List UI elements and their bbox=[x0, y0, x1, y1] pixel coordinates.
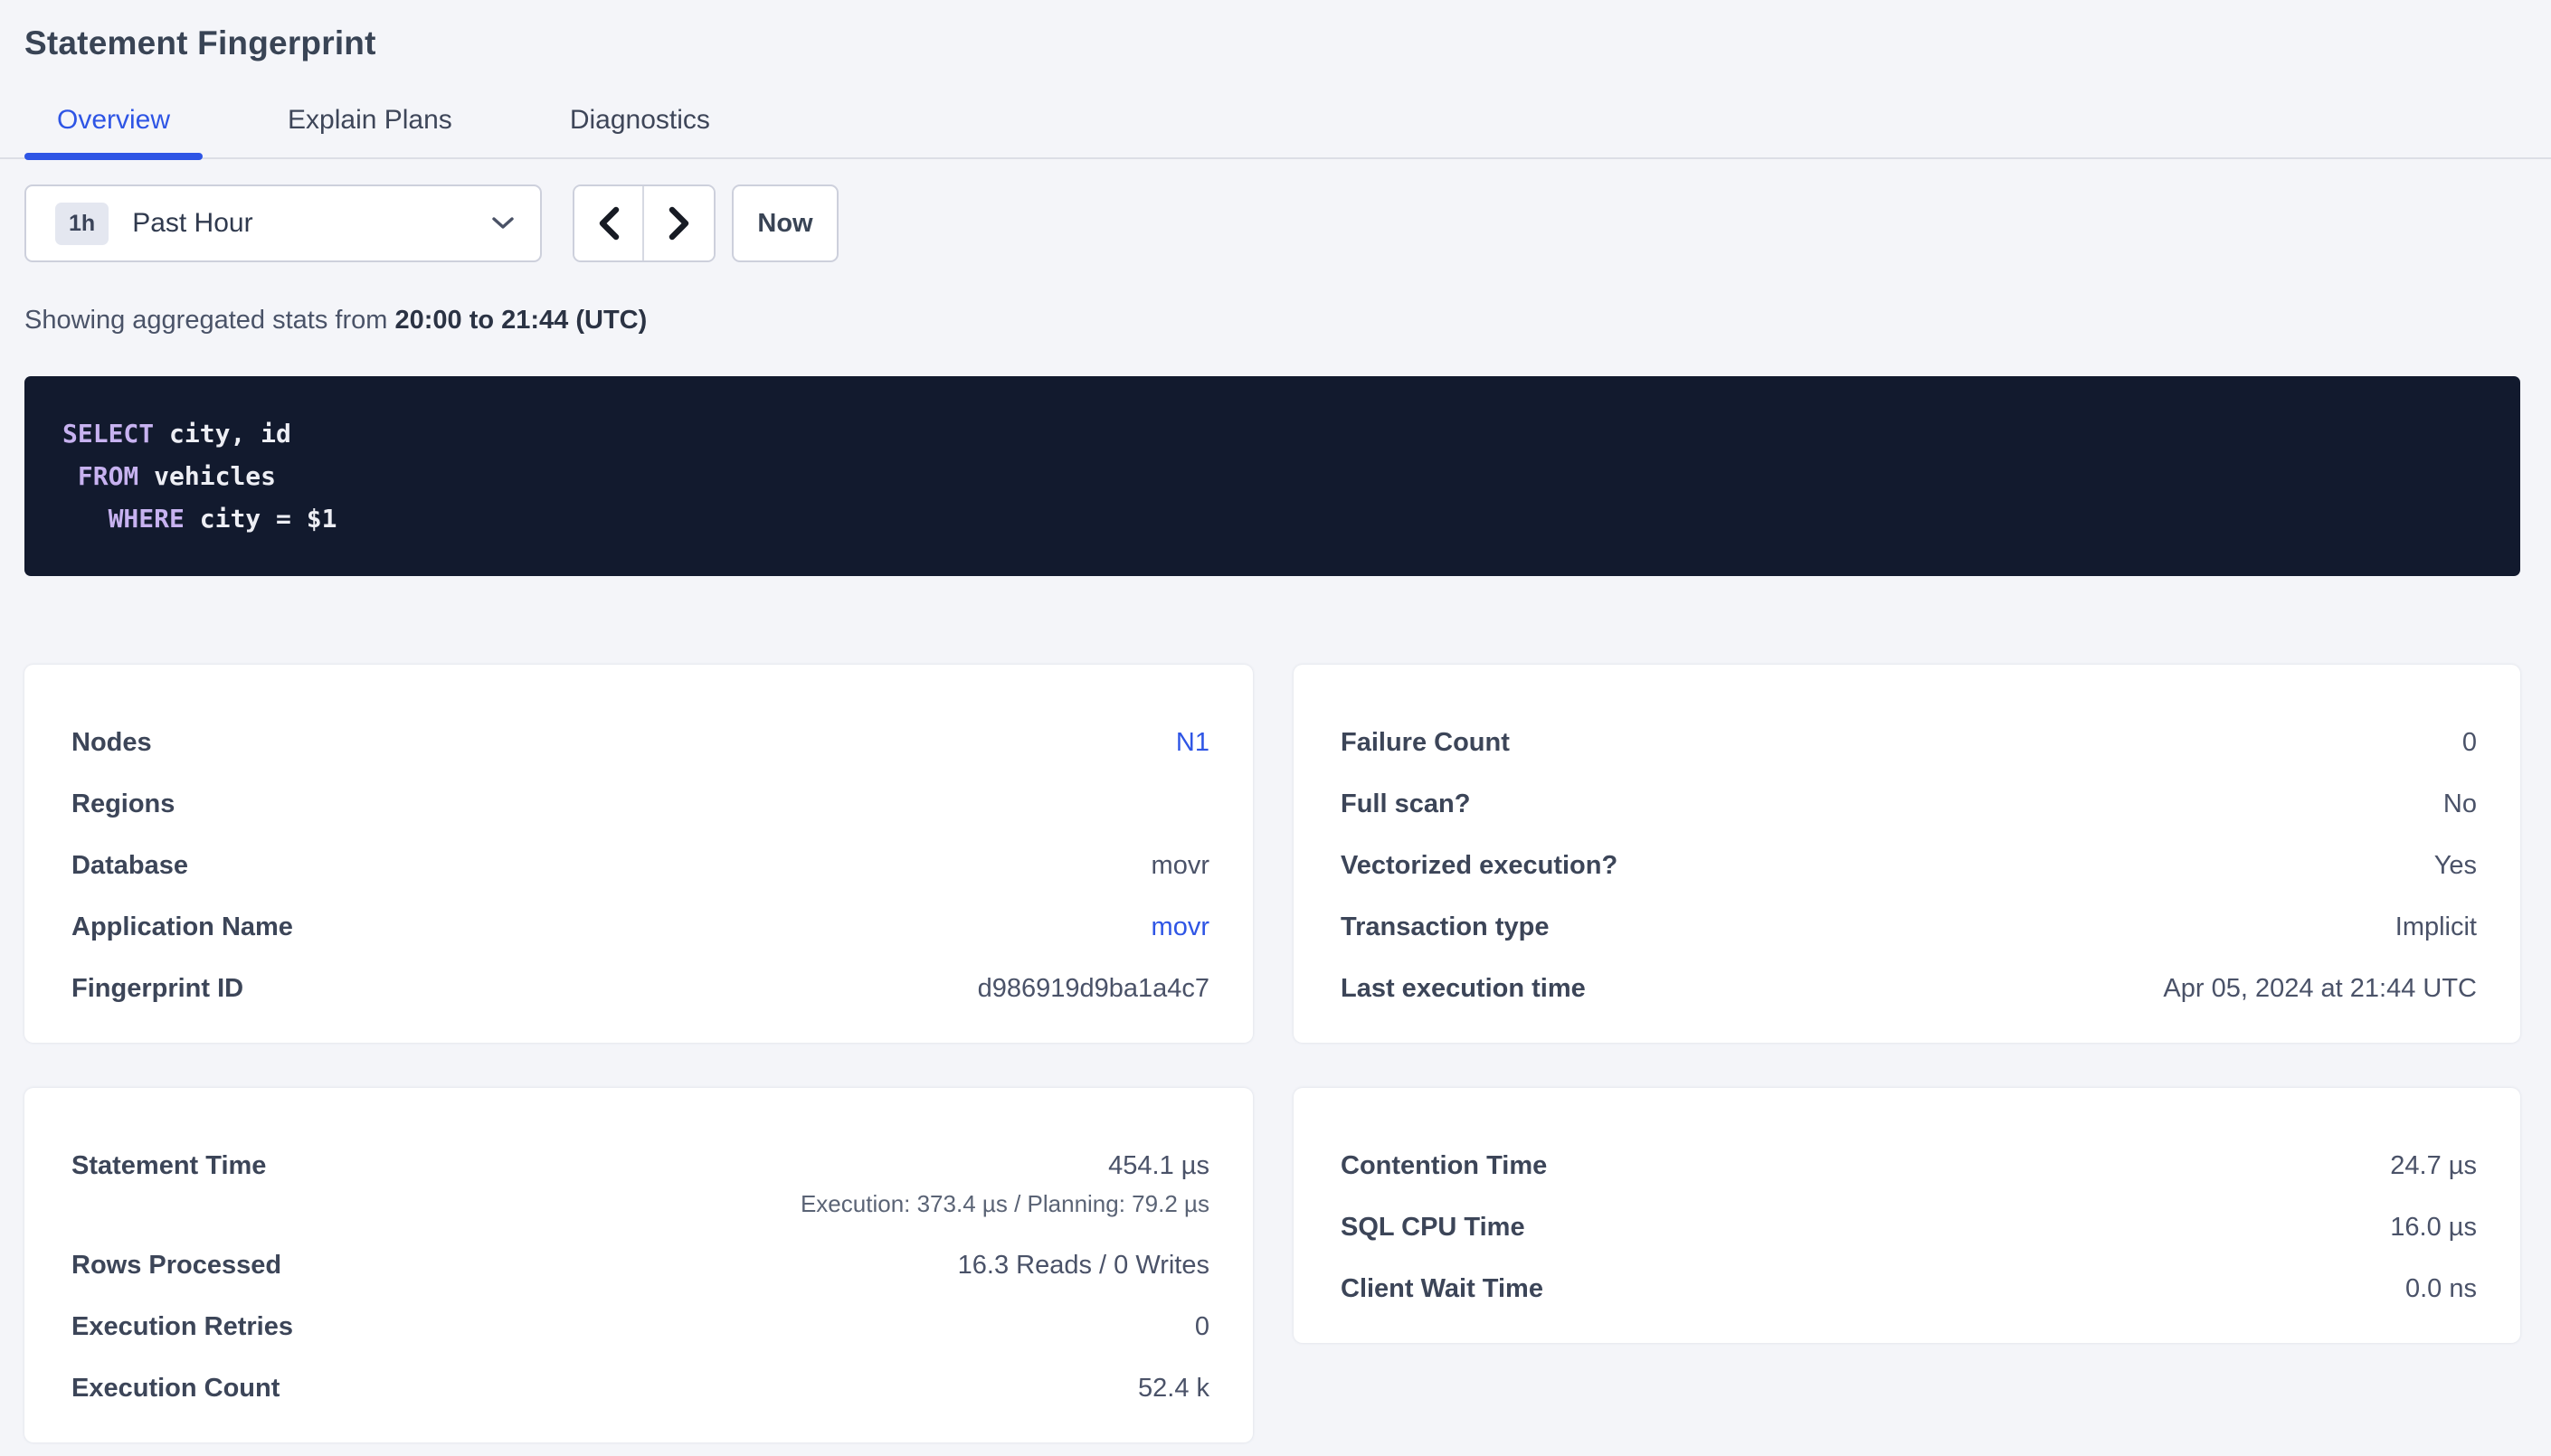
row-value: 0.0 ns bbox=[2405, 1274, 2477, 1303]
row-label: Execution Retries bbox=[71, 1312, 293, 1341]
card-row: Fingerprint ID d986919d9ba1a4c7 bbox=[71, 974, 1209, 1003]
row-value: No bbox=[2443, 789, 2477, 818]
row-value: 0 bbox=[2462, 728, 2477, 757]
row-value: Implicit bbox=[2395, 912, 2477, 941]
row-value-link[interactable]: N1 bbox=[1176, 728, 1209, 757]
sql-line: FROM vehicles bbox=[62, 455, 2482, 497]
row-label: Transaction type bbox=[1341, 912, 1549, 941]
card-row: Database movr bbox=[71, 851, 1209, 880]
row-label: Last execution time bbox=[1341, 974, 1586, 1003]
time-range-badge: 1h bbox=[55, 203, 109, 245]
sql-line: WHERE city = $1 bbox=[62, 497, 2482, 540]
tab-overview[interactable]: Overview bbox=[24, 105, 203, 157]
stats-cards-grid: NodesN1RegionsDatabasemovrApplication Na… bbox=[24, 665, 2520, 1442]
row-label: Statement Time bbox=[71, 1151, 266, 1180]
card-row: Nodes N1 bbox=[71, 728, 1209, 757]
row-label: Full scan? bbox=[1341, 789, 1470, 818]
card-row: Vectorized execution? Yes bbox=[1341, 851, 2477, 880]
page-title: Statement Fingerprint bbox=[24, 24, 2520, 63]
card-row: Execution Retries 0 bbox=[71, 1312, 1209, 1341]
statement-fingerprint-page: Statement Fingerprint Overview Explain Pl… bbox=[0, 0, 2551, 1442]
card-row: Application Name movr bbox=[71, 912, 1209, 941]
card-row: Rows Processed 16.3 Reads / 0 Writes bbox=[71, 1251, 1209, 1280]
row-value: 16.3 Reads / 0 Writes bbox=[958, 1251, 1209, 1280]
time-range-pager bbox=[573, 184, 716, 262]
time-range-label: Past Hour bbox=[132, 208, 252, 239]
card-row: Failure Count 0 bbox=[1341, 728, 2477, 757]
row-value: 52.4 k bbox=[1138, 1374, 1209, 1403]
row-value: 16.0 µs bbox=[2390, 1213, 2477, 1242]
row-value-link[interactable]: movr bbox=[1152, 912, 1209, 941]
statement-details-card: NodesN1RegionsDatabasemovrApplication Na… bbox=[24, 665, 1253, 1043]
row-label: Nodes bbox=[71, 728, 152, 757]
now-button[interactable]: Now bbox=[732, 184, 839, 262]
row-value: Yes bbox=[2434, 851, 2477, 880]
row-value: d986919d9ba1a4c7 bbox=[978, 974, 1209, 1003]
wait-timing-card: Contention Time 24.7 µs SQL CPU Time 16.0 µ… bbox=[1294, 1088, 2520, 1343]
sql-line: SELECT city, id bbox=[62, 412, 2482, 455]
card-row: Last execution time Apr 05, 2024 at 21:44… bbox=[1341, 974, 2477, 1003]
row-value: 24.7 µs bbox=[2390, 1151, 2477, 1180]
card-row: Execution Count 52.4 k bbox=[71, 1374, 1209, 1403]
card-row: Regions bbox=[71, 789, 1209, 818]
row-label: Contention Time bbox=[1341, 1151, 1547, 1180]
tab-bar: Overview Explain Plans Diagnostics bbox=[0, 105, 2551, 159]
card-row: Full scan? No bbox=[1341, 789, 2477, 818]
prev-range-button[interactable] bbox=[574, 186, 644, 260]
card-row: Contention Time 24.7 µs bbox=[1341, 1151, 2477, 1180]
row-value: Apr 05, 2024 at 21:44 UTC bbox=[2163, 974, 2477, 1003]
row-value: movr bbox=[1152, 851, 1209, 880]
statement-timing-card: Statement Time 454.1 µs Execution: 373.4 µ… bbox=[24, 1088, 1253, 1442]
sql-statement-box: SELECT city, id FROM vehicles WHERE city… bbox=[24, 376, 2520, 576]
row-value: 0 bbox=[1195, 1312, 1209, 1341]
aggregated-stats-text: Showing aggregated stats from 20:00 to 2… bbox=[24, 306, 2520, 336]
chevron-right-icon bbox=[668, 206, 691, 241]
next-range-button[interactable] bbox=[644, 186, 714, 260]
aggregated-stats-range: 20:00 to 21:44 (UTC) bbox=[394, 306, 647, 335]
row-subvalue: Execution: 373.4 µs / Planning: 79.2 µs bbox=[801, 1189, 1209, 1218]
chevron-down-icon bbox=[491, 216, 515, 231]
card-row: SQL CPU Time 16.0 µs bbox=[1341, 1213, 2477, 1242]
row-value: 454.1 µs bbox=[1108, 1151, 1209, 1180]
execution-attributes-card: Failure Count 0 Full scan? No Vectorized exe… bbox=[1294, 665, 2520, 1043]
row-label: Client Wait Time bbox=[1341, 1274, 1543, 1303]
time-range-dropdown[interactable]: 1h Past Hour bbox=[24, 184, 542, 262]
card-row: Statement Time 454.1 µs Execution: 373.4 µ… bbox=[71, 1151, 1209, 1218]
row-label: Failure Count bbox=[1341, 728, 1510, 757]
row-label: Vectorized execution? bbox=[1341, 851, 1617, 880]
row-label: Rows Processed bbox=[71, 1251, 281, 1280]
chevron-left-icon bbox=[597, 206, 621, 241]
tab-explain-plans[interactable]: Explain Plans bbox=[255, 105, 485, 157]
card-row: Client Wait Time 0.0 ns bbox=[1341, 1274, 2477, 1303]
aggregated-stats-prefix: Showing aggregated stats from bbox=[24, 306, 394, 335]
time-controls: 1h Past Hour Now bbox=[24, 184, 2520, 262]
card-row: Transaction type Implicit bbox=[1341, 912, 2477, 941]
tab-diagnostics[interactable]: Diagnostics bbox=[537, 105, 743, 157]
row-label: Regions bbox=[71, 789, 175, 818]
row-label: Execution Count bbox=[71, 1374, 280, 1403]
row-label: Database bbox=[71, 851, 188, 880]
row-label: Fingerprint ID bbox=[71, 974, 243, 1003]
row-label: Application Name bbox=[71, 912, 293, 941]
row-label: SQL CPU Time bbox=[1341, 1213, 1525, 1242]
